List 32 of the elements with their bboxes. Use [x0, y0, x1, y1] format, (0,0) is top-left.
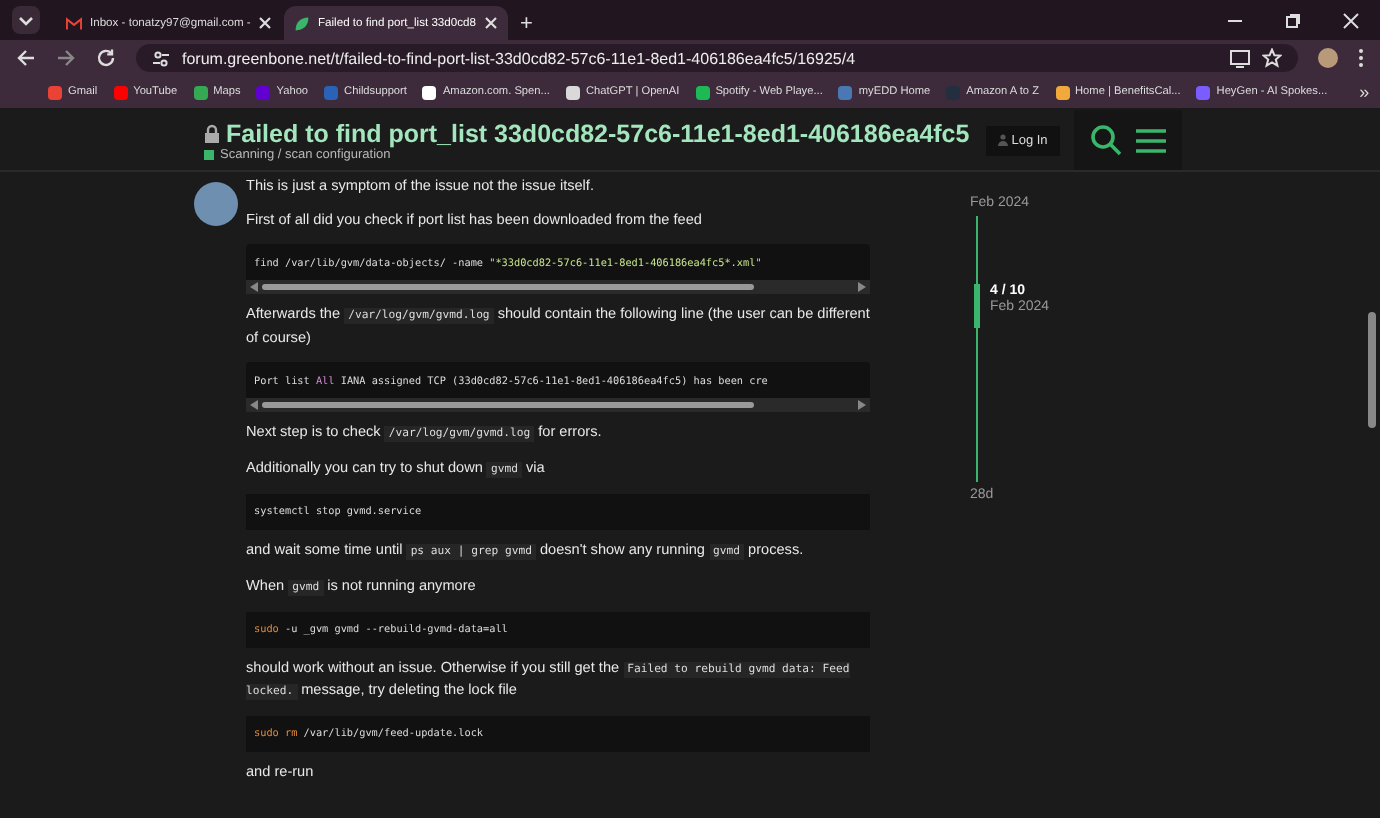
- address-field[interactable]: forum.greenbone.net/t/failed-to-find-port-list-33d0cd82-57c6-11e1-8ed1-406186ea4fc5/16925/4: [136, 44, 1298, 72]
- category-square-icon: [204, 149, 214, 159]
- scroll-right-arrow-icon[interactable]: [858, 399, 866, 409]
- restore-icon[interactable]: [1284, 11, 1302, 29]
- back-arrow-icon[interactable]: [16, 48, 36, 68]
- reload-icon[interactable]: [96, 48, 116, 68]
- more-options-icon[interactable]: [1358, 48, 1364, 68]
- lock-icon: [204, 123, 220, 143]
- search-icon[interactable]: [1089, 124, 1122, 156]
- person-icon: [997, 134, 1008, 146]
- scroll-left-arrow-icon[interactable]: [250, 282, 258, 292]
- leaf-icon: [294, 15, 310, 31]
- scroll-right-arrow-icon[interactable]: [858, 282, 866, 292]
- topic-title[interactable]: Failed to find port_list 33d0cd82-57c6-11e1-8ed1-406186ea4fc5: [226, 119, 970, 147]
- forward-arrow-icon[interactable]: [56, 48, 76, 68]
- more-bookmarks-button[interactable]: »: [1359, 82, 1370, 102]
- star-icon[interactable]: [1262, 48, 1282, 68]
- new-tab-button[interactable]: +: [520, 12, 533, 36]
- timeline-handle[interactable]: [974, 284, 980, 328]
- horizontal-scrollbar[interactable]: [246, 280, 870, 294]
- mail-icon: [66, 15, 82, 31]
- close-icon[interactable]: [1342, 11, 1360, 29]
- tab-list-button[interactable]: [12, 6, 40, 34]
- profile-avatar[interactable]: [1318, 48, 1338, 68]
- page-scrollbar-thumb[interactable]: [1368, 312, 1376, 428]
- scroll-left-arrow-icon[interactable]: [250, 399, 258, 409]
- close-icon[interactable]: [258, 16, 273, 30]
- close-icon[interactable]: [484, 16, 498, 30]
- chevron-down-icon: [18, 15, 34, 25]
- site-settings-icon[interactable]: [152, 49, 170, 67]
- menu-icon[interactable]: [1135, 127, 1166, 153]
- user-avatar[interactable]: [194, 182, 238, 226]
